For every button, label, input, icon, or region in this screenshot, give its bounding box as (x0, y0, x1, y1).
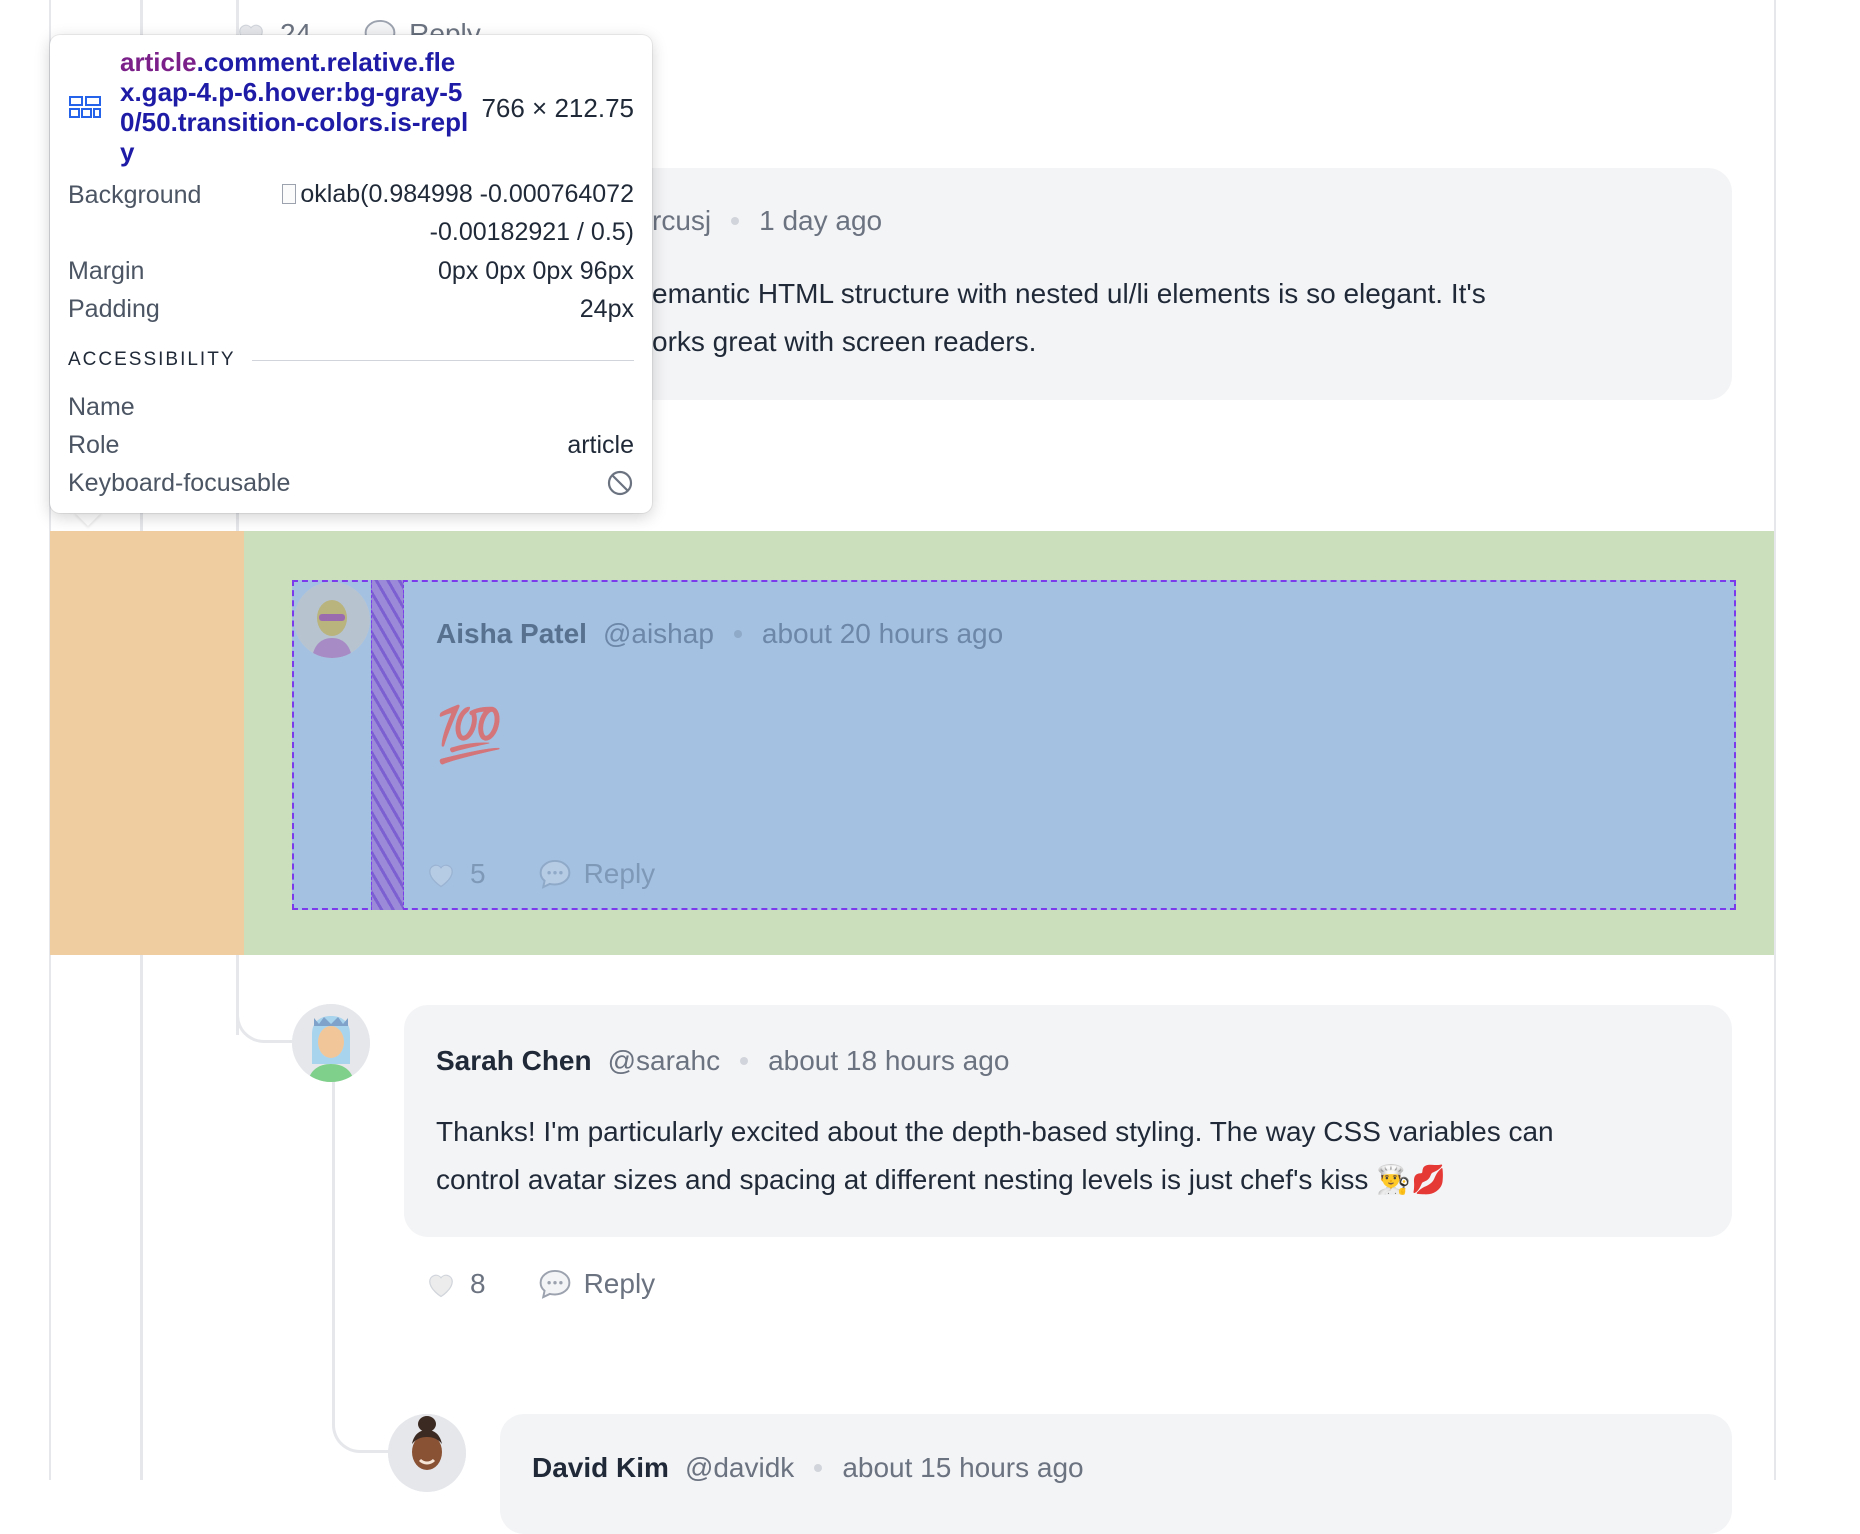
inspector-row-margin: Margin 0px 0px 0px 96px (68, 257, 634, 286)
thread-connector-david (332, 1400, 391, 1453)
meta-separator (740, 1057, 749, 1065)
comment-text-line: emantic HTML structure with nested ul/li… (652, 278, 1486, 309)
row-label: Background (68, 181, 202, 209)
reply-label: Reply (583, 858, 656, 889)
row-value: 24px (579, 295, 634, 323)
comment-author[interactable]: Aisha Patel (436, 618, 587, 650)
inspector-tooltip: article.comment.relative.flex.gap-4.p-6.… (50, 35, 652, 513)
comment-meta-aisha: Aisha Patel @aishap about 20 hours ago (436, 618, 1003, 650)
color-swatch (282, 184, 297, 204)
like-count: 8 (470, 1268, 486, 1299)
inspector-margin-overlay (50, 531, 244, 955)
comment-meta-david: David Kim @davidk about 15 hours ago (532, 1452, 1084, 1484)
chat-bubble-icon (539, 1269, 570, 1299)
meta-separator (733, 630, 742, 638)
avatar-illustration-icon (388, 1414, 466, 1492)
section-divider (251, 359, 634, 361)
page: 24 Reply rcusj 1 day ago emantic HTML st… (0, 0, 1860, 1534)
grid-layout-icon (69, 96, 101, 118)
inspector-size: 766 × 212.75 (481, 93, 634, 123)
thread-line-depth2 (332, 1080, 335, 1420)
inspector-row-padding: Padding 24px (68, 295, 634, 324)
accessibility-section-header: ACCESSIBILITY (68, 349, 634, 371)
comment-time: 1 day ago (759, 205, 883, 236)
comment-text-line: Thanks! I'm particularly excited about t… (436, 1116, 1554, 1147)
row-value: article (567, 431, 634, 459)
meta-separator (814, 1464, 823, 1472)
heart-icon (429, 864, 453, 888)
comment-actions-sarah: 8 Reply (426, 1268, 655, 1300)
inspector-row-role: Role article (68, 431, 634, 460)
inspector-row-focusable: Keyboard-focusable (68, 469, 634, 498)
like-count: 5 (470, 858, 486, 889)
comment-handle[interactable]: @sarahc (608, 1045, 720, 1077)
inspector-tooltip-arrow (74, 512, 102, 526)
row-label: Name (68, 393, 135, 421)
comment-meta-marcus: rcusj 1 day ago (652, 205, 882, 237)
comment-text-marcus: emantic HTML structure with nested ul/li… (652, 270, 1712, 366)
section-title: ACCESSIBILITY (68, 349, 236, 370)
avatar-illustration-icon (292, 1004, 370, 1082)
avatar-sarah[interactable] (292, 1004, 370, 1082)
row-value: 0px 0px 0px 96px (438, 257, 634, 285)
comment-text-aisha: 💯 (436, 705, 504, 765)
comment-time: about 18 hours ago (768, 1045, 1010, 1076)
comment-time: about 15 hours ago (842, 1452, 1084, 1483)
row-label: Keyboard-focusable (68, 469, 291, 497)
comment-text-line: orks great with screen readers. (652, 326, 1037, 357)
meta-separator (731, 217, 740, 225)
not-allowed-icon (607, 470, 633, 496)
background-value-line2: -0.00182921 / 0.5) (429, 218, 634, 246)
heart-icon (429, 1274, 453, 1298)
comment-meta-sarah: Sarah Chen @sarahc about 18 hours ago (436, 1045, 1009, 1077)
selector-tag: article (120, 47, 197, 77)
avatar-illustration-icon (294, 582, 370, 658)
comment-handle[interactable]: @aishap (603, 618, 714, 650)
row-label: Margin (68, 257, 145, 285)
comment-author[interactable]: Sarah Chen (436, 1045, 592, 1077)
avatar-david[interactable] (388, 1414, 466, 1492)
avatar-aisha[interactable] (294, 582, 370, 658)
comment-actions-aisha: 5 Reply (426, 858, 655, 890)
comment-text-sarah: Thanks! I'm particularly excited about t… (436, 1108, 1716, 1204)
row-value: oklab(0.984998 -0.000764072 -0.00182921 … (282, 175, 634, 251)
reply-button[interactable]: Reply (538, 858, 656, 890)
like-button[interactable]: 5 (426, 858, 486, 890)
chat-bubble-icon (539, 859, 570, 889)
row-label: Padding (68, 295, 160, 323)
comment-time: about 20 hours ago (761, 618, 1004, 649)
like-button[interactable]: 8 (426, 1268, 486, 1300)
comment-text-line: control avatar sizes and spacing at diff… (436, 1164, 1446, 1195)
row-label: Role (68, 431, 120, 459)
thread-border-right (1774, 0, 1776, 1480)
inspector-row-background: Background oklab(0.984998 -0.000764072 -… (68, 180, 634, 251)
inspector-gap-overlay (371, 580, 404, 910)
comment-handle: rcusj (652, 205, 712, 236)
comment-handle[interactable]: @davidk (685, 1452, 794, 1484)
reply-label: Reply (583, 1268, 656, 1299)
thread-connector-sarah (236, 990, 295, 1043)
reply-button[interactable]: Reply (538, 1268, 656, 1300)
background-value-line1: oklab(0.984998 -0.000764072 (300, 180, 634, 208)
inspector-selector: article.comment.relative.flex.gap-4.p-6.… (120, 47, 470, 167)
comment-author[interactable]: David Kim (532, 1452, 669, 1484)
inspector-row-name: Name (68, 393, 634, 422)
